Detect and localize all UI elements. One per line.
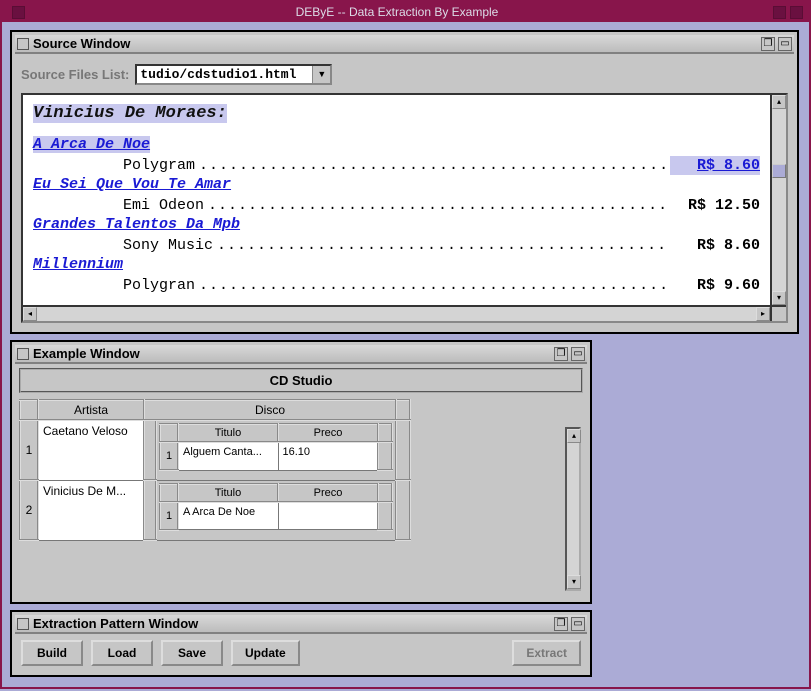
source-window: Source Window ❐ ▭ Source Files List: ▼ V… xyxy=(10,30,799,334)
restore-icon[interactable]: ❐ xyxy=(554,617,568,631)
restore-icon[interactable]: ❐ xyxy=(554,347,568,361)
example-window-header: Example Window ❐ ▭ xyxy=(15,345,587,364)
horizontal-scrollbar[interactable]: ◂ ▸ xyxy=(23,305,770,321)
col-artista[interactable]: Artista xyxy=(38,400,144,420)
inner-row-number: 1 xyxy=(160,442,178,470)
system-menu-icon[interactable] xyxy=(17,38,29,50)
source-window-title: Source Window xyxy=(33,36,758,51)
app-titlebar[interactable]: DEByE -- Data Extraction By Example xyxy=(2,2,809,22)
example-vertical-scrollbar[interactable]: ▴ ▾ xyxy=(565,427,581,591)
source-file-select[interactable]: ▼ xyxy=(135,64,332,85)
scroll-right-icon[interactable]: ▸ xyxy=(756,307,770,321)
example-table: ArtistaDisco1Caetano VelosoTituloPreco1A… xyxy=(19,399,411,541)
example-window-title: Example Window xyxy=(33,346,551,361)
scroll-up-icon[interactable]: ▴ xyxy=(567,429,581,443)
example-subtitle: CD Studio xyxy=(19,368,583,393)
table-row: 2Vinicius De M... TituloPreco 1A Arca De N… xyxy=(20,480,410,540)
artista-cell[interactable]: Vinicius De M... xyxy=(38,480,144,540)
maximize-pane-icon[interactable]: ▭ xyxy=(778,37,792,51)
col-preco[interactable]: Preco xyxy=(278,424,378,442)
system-menu-icon[interactable] xyxy=(17,348,29,360)
app-title: DEByE -- Data Extraction By Example xyxy=(25,5,769,19)
extraction-window-title: Extraction Pattern Window xyxy=(33,616,551,631)
disco-table: TituloPreco 1A Arca De Noe xyxy=(159,483,393,531)
maximize-pane-icon[interactable]: ▭ xyxy=(571,617,585,631)
album-link[interactable]: Eu Sei Que Vou Te Amar xyxy=(33,176,231,193)
col-titulo[interactable]: Titulo xyxy=(178,424,278,442)
chevron-down-icon[interactable]: ▼ xyxy=(312,66,330,83)
preco-cell[interactable]: 16.10 xyxy=(278,442,378,470)
restore-icon[interactable]: ❐ xyxy=(761,37,775,51)
row-number: 1 xyxy=(20,420,38,480)
example-window: Example Window ❐ ▭ CD Studio ArtistaDisc… xyxy=(10,340,592,604)
extraction-window-header: Extraction Pattern Window ❐ ▭ xyxy=(15,615,587,634)
row-number: 2 xyxy=(20,480,38,540)
save-button[interactable]: Save xyxy=(161,640,223,666)
extraction-window: Extraction Pattern Window ❐ ▭ Build Load… xyxy=(10,610,592,677)
scroll-down-icon[interactable]: ▾ xyxy=(772,291,786,305)
col-preco[interactable]: Preco xyxy=(278,484,378,502)
price: R$ 8.60 xyxy=(670,236,760,256)
window-menu-icon[interactable] xyxy=(12,6,25,19)
price[interactable]: R$ 8.60 xyxy=(670,156,760,176)
update-button[interactable]: Update xyxy=(231,640,300,666)
titulo-cell[interactable]: A Arca De Noe xyxy=(178,502,278,530)
record-label: Sony Music xyxy=(123,236,213,256)
source-view: Vinicius De Moraes: A Arca De Noe Polygram… xyxy=(21,93,788,323)
source-window-header: Source Window ❐ ▭ xyxy=(15,35,794,54)
artist-heading: Vinicius De Moraes: xyxy=(33,104,227,123)
table-row: 1Caetano VelosoTituloPreco1Alguem Canta.… xyxy=(20,420,410,480)
record-label: Emi Odeon xyxy=(123,196,204,216)
price: R$ 9.60 xyxy=(670,276,760,296)
disco-table: TituloPreco 1Alguem Canta...16.10 xyxy=(159,423,393,471)
record-label: Polygram xyxy=(123,156,195,176)
titulo-cell[interactable]: Alguem Canta... xyxy=(178,442,278,470)
inner-row-number: 1 xyxy=(160,502,178,530)
scroll-thumb[interactable] xyxy=(772,164,786,178)
load-button[interactable]: Load xyxy=(91,640,153,666)
build-button[interactable]: Build xyxy=(21,640,83,666)
minimize-icon[interactable] xyxy=(773,6,786,19)
preco-cell[interactable] xyxy=(278,502,378,530)
maximize-pane-icon[interactable]: ▭ xyxy=(571,347,585,361)
scroll-down-icon[interactable]: ▾ xyxy=(567,575,581,589)
scroll-up-icon[interactable]: ▴ xyxy=(772,95,786,109)
vertical-scrollbar[interactable]: ▴ ▾ xyxy=(770,95,786,305)
col-disco[interactable]: Disco xyxy=(144,400,396,420)
album-link[interactable]: Grandes Talentos Da Mpb xyxy=(33,216,240,233)
col-titulo[interactable]: Titulo xyxy=(178,484,278,502)
price: R$ 12.50 xyxy=(670,196,760,216)
extract-button[interactable]: Extract xyxy=(512,640,581,666)
system-menu-icon[interactable] xyxy=(17,618,29,630)
source-file-input[interactable] xyxy=(137,66,312,83)
album-link[interactable]: Millennium xyxy=(33,256,123,273)
source-files-label: Source Files List: xyxy=(21,67,129,82)
maximize-icon[interactable] xyxy=(790,6,803,19)
app-window: DEByE -- Data Extraction By Example Sour… xyxy=(0,0,811,689)
record-label: Polygran xyxy=(123,276,195,296)
scroll-left-icon[interactable]: ◂ xyxy=(23,307,37,321)
album-link[interactable]: A Arca De Noe xyxy=(33,136,150,153)
artista-cell[interactable]: Caetano Veloso xyxy=(38,420,144,480)
